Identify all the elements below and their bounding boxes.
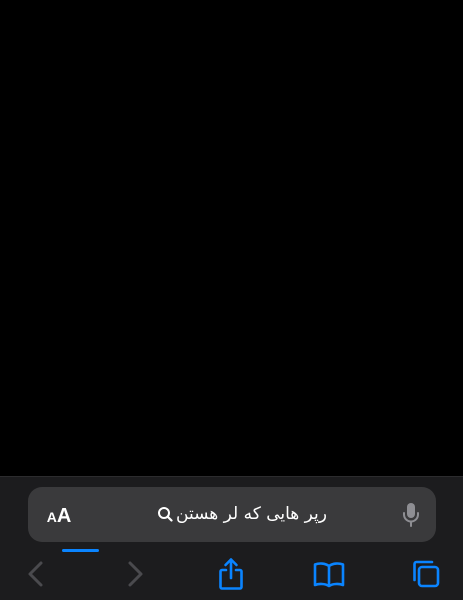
bookmarks-button[interactable] — [312, 557, 346, 591]
back-button[interactable] — [19, 557, 53, 591]
share-button[interactable] — [214, 557, 248, 591]
browser-bottom-bar: A A رپر هایی که لر هستن — [0, 476, 463, 600]
address-bar[interactable]: A A رپر هایی که لر هستن — [28, 487, 436, 552]
web-content-area — [0, 0, 463, 476]
search-query-text: رپر هایی که لر هستن — [176, 504, 327, 524]
bookmarks-icon — [313, 562, 345, 588]
search-icon — [158, 507, 173, 522]
reader-options-large-a: A — [56, 505, 72, 527]
share-icon — [219, 558, 243, 590]
page-load-progress-bar — [62, 549, 99, 552]
back-icon — [28, 561, 43, 587]
tabs-button[interactable] — [409, 557, 443, 591]
reader-options-small-a: A — [46, 509, 57, 525]
reader-options-button[interactable]: A A — [42, 501, 76, 527]
tabs-icon — [413, 560, 440, 588]
forward-button[interactable] — [118, 557, 152, 591]
forward-icon — [128, 561, 143, 587]
microphone-icon[interactable] — [402, 502, 420, 528]
search-query-field[interactable]: رپر هایی که لر هستن — [98, 501, 386, 527]
